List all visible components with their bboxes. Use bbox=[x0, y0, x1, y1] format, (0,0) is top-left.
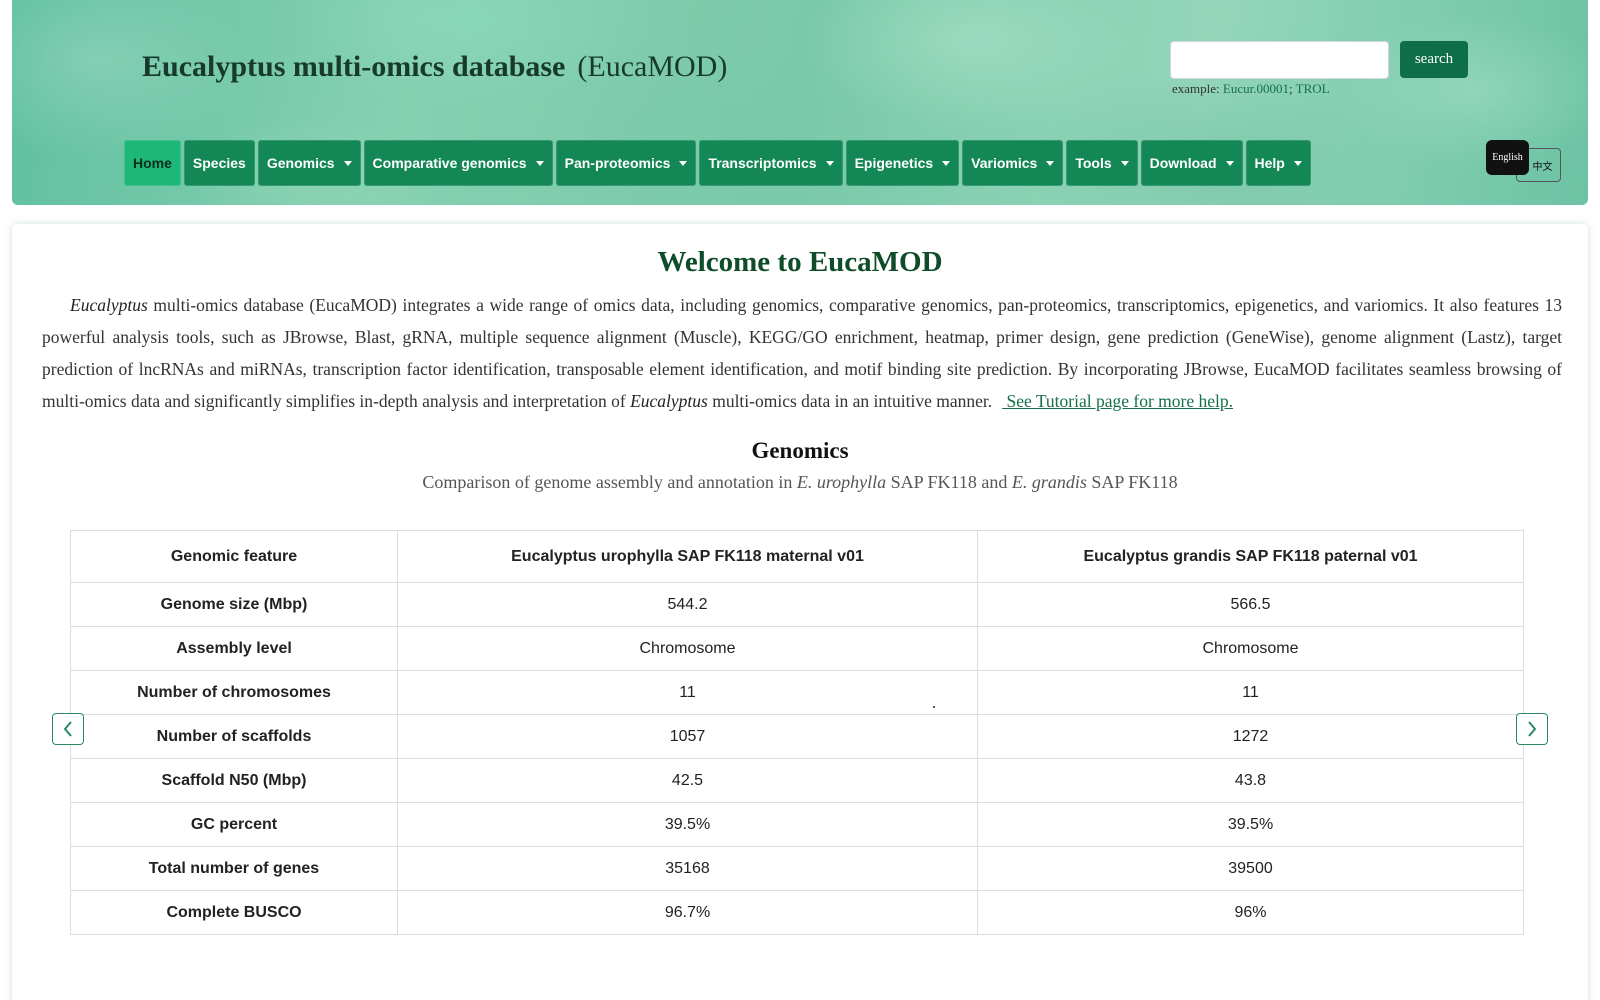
species-grandis: E. grandis bbox=[1011, 472, 1087, 492]
nav-epigenetics[interactable]: Epigenetics bbox=[845, 140, 960, 186]
intro-italic-genus-2: Eucalyptus bbox=[630, 391, 708, 411]
caret-down-icon bbox=[343, 160, 352, 166]
value-cell: 1272 bbox=[977, 714, 1524, 759]
feature-cell: Assembly level bbox=[70, 626, 398, 671]
feature-cell: Genome size (Mbp) bbox=[70, 582, 398, 627]
carousel-next-button[interactable] bbox=[1516, 713, 1548, 745]
search-example: example: Eucur.00001; TROL bbox=[1172, 81, 1330, 97]
main-nav: Home Species Genomics Comparative genomi… bbox=[124, 140, 1311, 186]
nav-tools-label: Tools bbox=[1075, 155, 1112, 171]
table-row: Number of chromosomes 11 11 bbox=[70, 670, 1524, 715]
nav-help[interactable]: Help bbox=[1245, 140, 1311, 186]
nav-comparative-genomics[interactable]: Comparative genomics bbox=[363, 140, 553, 186]
subtitle-part-3: SAP FK118 bbox=[1086, 472, 1178, 492]
table-row: Genome size (Mbp) 544.2 566.5 bbox=[70, 582, 1524, 627]
value-cell: 11 bbox=[977, 670, 1524, 715]
example-separator: ; bbox=[1288, 81, 1293, 96]
value-cell: 544.2 bbox=[397, 582, 978, 627]
nav-home[interactable]: Home bbox=[124, 140, 181, 186]
genomics-subtitle: Comparison of genome assembly and annota… bbox=[0, 472, 1600, 493]
caret-down-icon bbox=[1225, 160, 1234, 166]
species-urophylla: E. urophylla bbox=[796, 472, 887, 492]
nav-species-label: Species bbox=[192, 155, 246, 171]
feature-cell: Number of chromosomes bbox=[70, 670, 398, 715]
value-cell: 1057 bbox=[397, 714, 978, 759]
table-row: Number of scaffolds 1057 1272 bbox=[70, 714, 1524, 759]
nav-help-label: Help bbox=[1254, 155, 1285, 171]
nav-pan-proteomics[interactable]: Pan-proteomics bbox=[555, 140, 697, 186]
carousel-indicator-dot bbox=[933, 706, 935, 708]
caret-down-icon bbox=[825, 160, 834, 166]
site-title-abbr: (EucaMOD) bbox=[577, 50, 728, 83]
genomics-title: Genomics bbox=[751, 438, 849, 463]
chevron-left-icon bbox=[63, 721, 72, 737]
value-cell: 96% bbox=[977, 890, 1524, 935]
genomics-table: Genomic feature Eucalyptus urophylla SAP… bbox=[70, 530, 1524, 935]
caret-down-icon bbox=[1293, 160, 1302, 166]
search-input[interactable] bbox=[1170, 41, 1389, 79]
nav-download-label: Download bbox=[1149, 155, 1217, 171]
feature-cell: Complete BUSCO bbox=[70, 890, 398, 935]
value-cell: 39.5% bbox=[977, 802, 1524, 847]
language-english-button[interactable]: English bbox=[1486, 140, 1529, 175]
feature-cell: Scaffold N50 (Mbp) bbox=[70, 758, 398, 803]
carousel-prev-button[interactable] bbox=[52, 713, 84, 745]
nav-genomics-label: Genomics bbox=[266, 155, 335, 171]
intro-paragraph: Eucalyptus multi-omics database (EucaMOD… bbox=[42, 289, 1562, 417]
intro-text-end: multi-omics data in an intuitive manner. bbox=[707, 391, 993, 411]
example-link-gene[interactable]: Eucur.00001 bbox=[1223, 81, 1289, 96]
nav-epigenetics-label: Epigenetics bbox=[854, 155, 934, 171]
value-cell: 35168 bbox=[397, 846, 978, 891]
nav-comparative-genomics-label: Comparative genomics bbox=[372, 155, 527, 171]
table-row: Assembly level Chromosome Chromosome bbox=[70, 626, 1524, 671]
column-header: Eucalyptus urophylla SAP FK118 maternal … bbox=[397, 530, 978, 583]
caret-down-icon bbox=[535, 160, 544, 166]
value-cell: 42.5 bbox=[397, 758, 978, 803]
site-title-main: Eucalyptus multi-omics database bbox=[142, 50, 566, 83]
search-button[interactable]: search bbox=[1400, 41, 1468, 78]
caret-down-icon bbox=[679, 160, 688, 166]
table-header-row: Genomic feature Eucalyptus urophylla SAP… bbox=[70, 530, 1524, 583]
nav-pan-proteomics-label: Pan-proteomics bbox=[564, 155, 671, 171]
intro-italic-genus: Eucalyptus bbox=[70, 295, 148, 315]
value-cell: Chromosome bbox=[397, 626, 978, 671]
value-cell: 11 bbox=[397, 670, 978, 715]
value-cell: 39500 bbox=[977, 846, 1524, 891]
caret-down-icon bbox=[942, 160, 951, 166]
site-title: Eucalyptus multi-omics database (EucaMOD) bbox=[142, 50, 727, 84]
table-row: Total number of genes 35168 39500 bbox=[70, 846, 1524, 891]
value-cell: 39.5% bbox=[397, 802, 978, 847]
feature-cell: Number of scaffolds bbox=[70, 714, 398, 759]
value-cell: 96.7% bbox=[397, 890, 978, 935]
welcome-title: Welcome to EucaMOD bbox=[657, 246, 943, 278]
subtitle-part-1: Comparison of genome assembly and annota… bbox=[422, 472, 797, 492]
example-link-trol[interactable]: TROL bbox=[1296, 81, 1330, 96]
column-header: Eucalyptus grandis SAP FK118 paternal v0… bbox=[977, 530, 1524, 583]
nav-variomics-label: Variomics bbox=[971, 155, 1038, 171]
nav-transcriptomics[interactable]: Transcriptomics bbox=[699, 140, 843, 186]
value-cell: 566.5 bbox=[977, 582, 1524, 627]
table-row: Scaffold N50 (Mbp) 42.5 43.8 bbox=[70, 758, 1524, 803]
example-prefix: example: bbox=[1172, 81, 1220, 96]
nav-download[interactable]: Download bbox=[1140, 140, 1243, 186]
table-row: GC percent 39.5% 39.5% bbox=[70, 802, 1524, 847]
chevron-right-icon bbox=[1528, 721, 1537, 737]
nav-home-label: Home bbox=[133, 155, 172, 171]
subtitle-part-2: SAP FK118 and bbox=[886, 472, 1012, 492]
value-cell: 43.8 bbox=[977, 758, 1524, 803]
nav-variomics[interactable]: Variomics bbox=[962, 140, 1064, 186]
column-header: Genomic feature bbox=[70, 530, 398, 583]
nav-genomics[interactable]: Genomics bbox=[257, 140, 361, 186]
nav-transcriptomics-label: Transcriptomics bbox=[708, 155, 817, 171]
table-row: Complete BUSCO 96.7% 96% bbox=[70, 890, 1524, 935]
feature-cell: Total number of genes bbox=[70, 846, 398, 891]
feature-cell: GC percent bbox=[70, 802, 398, 847]
caret-down-icon bbox=[1046, 160, 1055, 166]
caret-down-icon bbox=[1120, 160, 1129, 166]
tutorial-link[interactable]: See Tutorial page for more help. bbox=[1002, 391, 1233, 411]
value-cell: Chromosome bbox=[977, 626, 1524, 671]
nav-species[interactable]: Species bbox=[183, 140, 255, 186]
nav-tools[interactable]: Tools bbox=[1066, 140, 1138, 186]
